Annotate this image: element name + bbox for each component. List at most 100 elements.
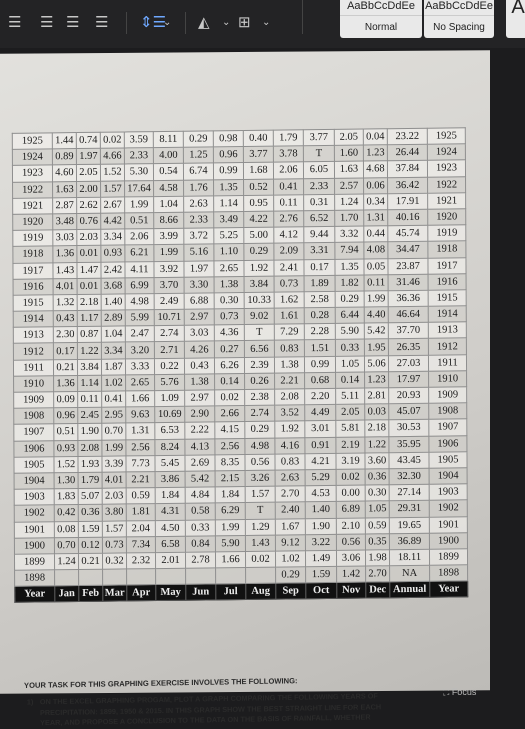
table-cell: 2.33: [303, 177, 335, 195]
table-cell: 1.35: [213, 179, 244, 196]
table-cell: 1905: [13, 456, 55, 474]
table-cell: 1.04: [101, 326, 126, 343]
table-cell: 0.11: [273, 194, 304, 212]
style-no-spacing[interactable]: AaBbCcDdEe No Spacing: [424, 0, 494, 38]
table-cell: 6.56: [244, 340, 275, 358]
table-cell: 1.38: [214, 276, 245, 293]
table-cell: 2.87: [52, 197, 77, 214]
table-cell: 1.79: [273, 129, 304, 147]
shading-icon[interactable]: ◭: [198, 14, 210, 32]
focus-button[interactable]: ⛶ Focus: [443, 687, 476, 698]
style-heading[interactable]: A: [506, 0, 525, 38]
table-cell: 0.56: [244, 453, 276, 471]
table-cell: 1900: [429, 532, 468, 550]
table-cell: 2.28: [304, 323, 336, 341]
table-cell: 1904: [429, 467, 468, 485]
table-cell: 1.47: [76, 261, 102, 279]
table-cell: 2.56: [125, 439, 155, 456]
table-cell: 3.26: [245, 470, 276, 487]
table-cell: 1.44: [52, 132, 77, 150]
table-cell: 1921: [12, 197, 53, 215]
table-cell: 0.17: [303, 258, 336, 276]
justify-icon[interactable]: ☰: [95, 14, 108, 32]
table-cell: 0.73: [102, 536, 127, 554]
table-cell: 7.34: [126, 536, 156, 553]
table-cell: 1919: [427, 224, 466, 242]
table-cell: 3.77: [243, 146, 274, 163]
table-cell: 2.03: [102, 488, 127, 505]
table-cell: 1.09: [154, 390, 185, 407]
table-cell: 3.92: [153, 260, 185, 278]
table-cell: 4.36: [214, 324, 245, 342]
table-cell: 1.02: [101, 374, 126, 392]
table-cell: 17.91: [387, 192, 428, 210]
table-cell: 1.97: [76, 148, 101, 165]
table-cell: 17.64: [124, 180, 154, 197]
table-cell: 1.99: [215, 518, 246, 536]
table-cell: 0.21: [53, 359, 78, 376]
table-cell: 4.21: [304, 453, 337, 470]
table-cell: 2.89: [101, 309, 126, 327]
table-cell: 1.92: [274, 421, 305, 438]
table-cell: 4.26: [184, 341, 215, 358]
table-cell: 2.63: [275, 469, 306, 487]
table-cell: 8.24: [154, 438, 185, 456]
borders-icon[interactable]: ⊞: [238, 14, 251, 32]
table-cell: 1.38: [274, 356, 305, 373]
column-header: Aug: [245, 583, 276, 600]
table-cell: 46.64: [388, 306, 429, 323]
table-cell: 1914: [13, 310, 54, 328]
table-cell: 4.12: [273, 226, 304, 244]
table-cell: 2.19: [335, 436, 365, 454]
table-cell: 1.97: [183, 260, 215, 277]
table-cell: 45.74: [387, 225, 428, 243]
table-cell: 0.29: [243, 243, 274, 260]
table-cell: 4.68: [363, 161, 388, 178]
table-cell: 1.70: [334, 209, 364, 227]
table-cell: 7.29: [274, 323, 305, 341]
table-cell: 1902: [14, 505, 55, 522]
table-cell: 1915: [13, 294, 54, 312]
table-cell: 10.33: [244, 291, 275, 309]
table-cell: 0.01: [76, 245, 101, 263]
align-left-icon[interactable]: ☰: [8, 14, 21, 32]
style-normal[interactable]: AaBbCcDdEe Normal: [340, 0, 422, 38]
table-cell: 36.36: [388, 290, 429, 307]
table-cell: 30.53: [388, 419, 429, 437]
align-right-icon[interactable]: ☰: [66, 14, 79, 32]
table-cell: 4.31: [155, 503, 186, 521]
chevron-down-icon[interactable]: ⌄: [163, 14, 171, 32]
table-cell: 2.58: [304, 291, 336, 308]
table-cell: 1.59: [78, 520, 103, 538]
chevron-down-icon[interactable]: ⌄: [262, 14, 270, 32]
table-cell: [185, 567, 216, 585]
table-cell: 0.31: [303, 194, 335, 211]
table-cell: 5.00: [243, 227, 274, 244]
column-header: Mar: [102, 585, 127, 602]
chevron-down-icon[interactable]: ⌄: [222, 14, 230, 32]
table-cell: 5.81: [335, 420, 365, 437]
table-cell: 9.44: [303, 226, 335, 244]
table-cell: 1917: [12, 262, 54, 279]
table-cell: 3.80: [102, 504, 127, 521]
table-cell: 20.93: [388, 387, 429, 404]
table-cell: 0.58: [185, 503, 216, 520]
table-cell: 0.21: [78, 553, 103, 570]
table-cell: 1909: [428, 386, 467, 404]
table-cell: 4.50: [155, 519, 186, 537]
table-cell: 1921: [427, 192, 466, 210]
align-center-icon[interactable]: ☰: [40, 14, 53, 32]
column-header: Jul: [215, 583, 246, 601]
column-header: Sep: [275, 582, 306, 600]
table-cell: 23.87: [387, 257, 429, 275]
table-cell: 0.40: [243, 130, 274, 147]
table-cell: 0.06: [363, 177, 388, 194]
table-cell: 0.76: [76, 213, 101, 230]
table-cell: 2.63: [183, 195, 214, 213]
table-cell: 1.61: [274, 307, 305, 325]
table-cell: 5.90: [215, 535, 246, 552]
table-cell: [102, 568, 127, 586]
document-page[interactable]: 1925 1.44 0.74 0.02 3.59 8.11 0.29 0.98 0.40 1.79…: [0, 50, 490, 727]
table-cell: 2.67: [100, 196, 125, 214]
table-cell: 1904: [14, 472, 55, 490]
